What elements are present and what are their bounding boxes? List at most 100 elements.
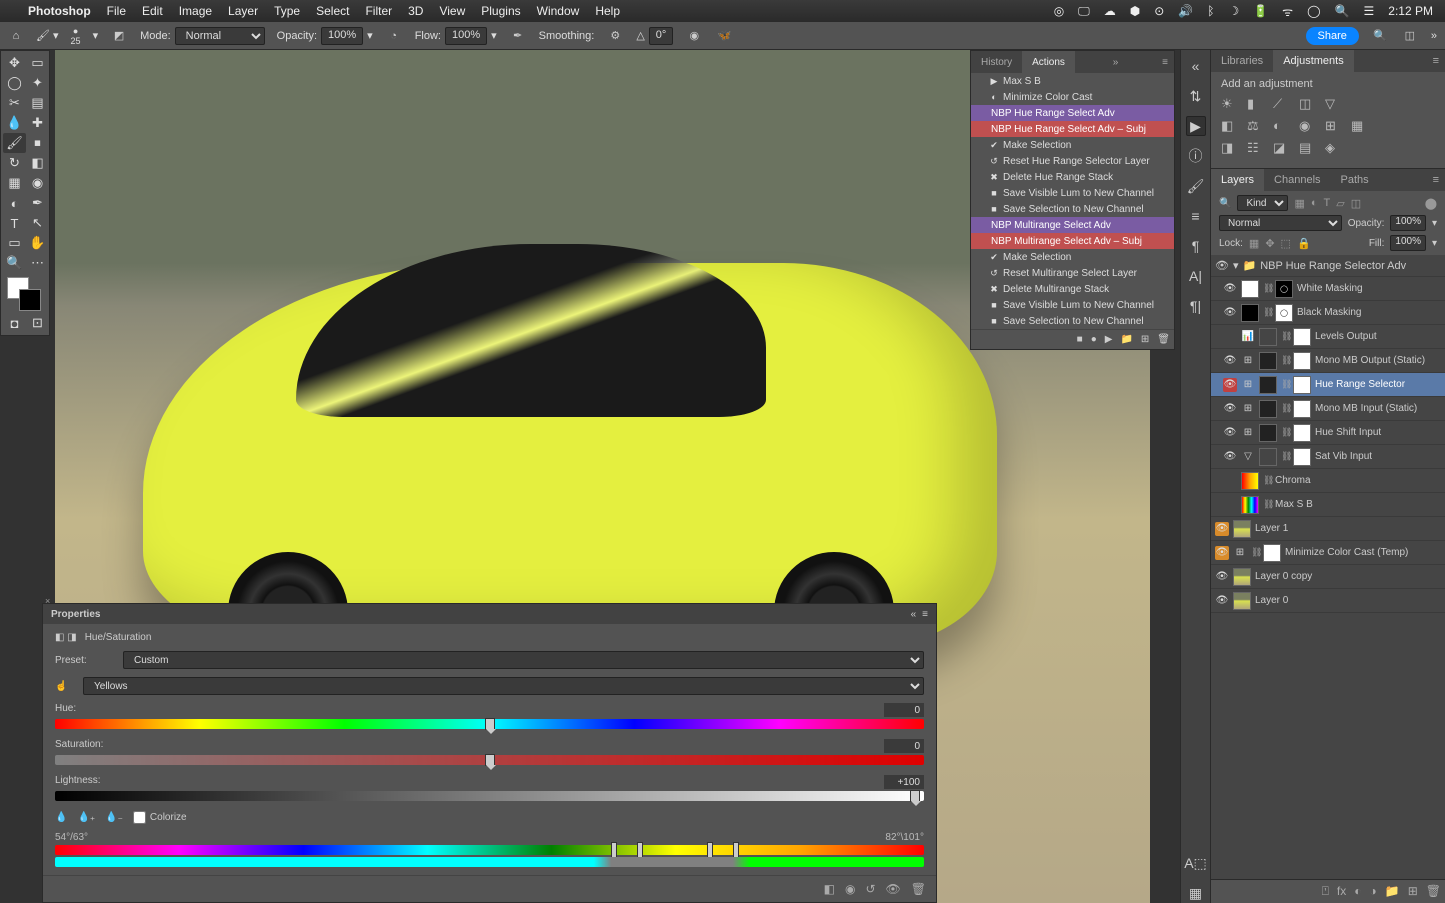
menu-3d[interactable]: 3D: [408, 4, 423, 18]
clip-to-layer-icon[interactable]: ◧: [824, 882, 835, 896]
eyedropper-icon[interactable]: 💧: [55, 812, 67, 823]
lightness-slider-track[interactable]: [55, 791, 924, 801]
layer-visibility-icon[interactable]: 👁: [1223, 426, 1237, 440]
range-marker-3[interactable]: [707, 842, 713, 858]
layer-thumbnail[interactable]: [1241, 280, 1259, 298]
layer-name[interactable]: Max S B: [1275, 499, 1441, 510]
action-item[interactable]: NBP Multirange Select Adv: [971, 217, 1174, 233]
eyedropper-tool[interactable]: 💧: [3, 113, 26, 133]
app-name[interactable]: Photoshop: [28, 4, 91, 18]
adjustments-menu-icon[interactable]: ≡: [1427, 55, 1445, 67]
new-adj-layer-icon[interactable]: ◑: [1370, 884, 1377, 899]
layer-thumbnail[interactable]: [1241, 472, 1259, 490]
curves-icon[interactable]: ⟋: [1273, 96, 1289, 112]
channel-mixer-icon[interactable]: ⊞: [1325, 118, 1341, 134]
delete-adjustment-icon[interactable]: 🗑: [911, 882, 926, 896]
layer-link-icon[interactable]: ⛓: [1263, 307, 1271, 318]
layer-name[interactable]: Chroma: [1275, 475, 1441, 486]
tab-layers[interactable]: Layers: [1211, 169, 1264, 191]
layer-thumbnail[interactable]: [1259, 448, 1277, 466]
menu-file[interactable]: File: [107, 4, 126, 18]
layer-thumbnail[interactable]: [1259, 328, 1277, 346]
status-icon-4[interactable]: ⊙: [1154, 4, 1164, 18]
symmetry-icon[interactable]: 🦋: [715, 27, 733, 45]
hue-slider-thumb[interactable]: [485, 718, 495, 730]
layer-row[interactable]: 👁Layer 1: [1211, 517, 1445, 541]
color-balance-icon[interactable]: ⚖: [1247, 118, 1263, 134]
action-item[interactable]: ✔Make Selection: [971, 137, 1174, 153]
menu-layer[interactable]: Layer: [228, 4, 258, 18]
layer-row[interactable]: 👁▽⛓Sat Vib Input: [1211, 445, 1445, 469]
filter-toggle[interactable]: ⬤: [1425, 197, 1437, 210]
filter-type-icon[interactable]: T: [1324, 197, 1331, 209]
layer-link-icon[interactable]: ⛓: [1263, 475, 1271, 486]
user-icon[interactable]: ◯: [1307, 4, 1320, 18]
strip-expand-icon[interactable]: «: [1186, 56, 1206, 76]
record-action-icon[interactable]: ●: [1091, 334, 1097, 345]
new-action-icon[interactable]: ⊞: [1141, 334, 1149, 345]
layer-link-icon[interactable]: ⛓: [1251, 547, 1259, 558]
new-group-icon[interactable]: 📁: [1385, 884, 1400, 899]
brush-panel-icon[interactable]: ◩: [110, 27, 128, 45]
filter-shape-icon[interactable]: ▱: [1336, 197, 1344, 210]
layer-row[interactable]: 👁⊞⛓Minimize Color Cast (Temp): [1211, 541, 1445, 565]
kind-select[interactable]: Kind: [1237, 195, 1288, 211]
layer-mask-thumbnail[interactable]: [1293, 400, 1311, 418]
edit-toolbar[interactable]: ⋯: [26, 253, 49, 273]
spotlight-icon[interactable]: 🔍: [1335, 4, 1350, 18]
layer-name[interactable]: Layer 0 copy: [1255, 571, 1441, 582]
layer-thumbnail[interactable]: [1259, 376, 1277, 394]
tab-paths[interactable]: Paths: [1331, 169, 1379, 191]
brightness-icon[interactable]: ☀: [1221, 96, 1237, 112]
action-item[interactable]: ■Save Selection to New Channel: [971, 313, 1174, 329]
filter-smart-icon[interactable]: ◫: [1351, 197, 1361, 210]
lock-pixels-icon[interactable]: ▦: [1249, 237, 1259, 250]
threshold-icon[interactable]: ◪: [1273, 140, 1289, 156]
photo-filter-icon[interactable]: ◉: [1299, 118, 1315, 134]
menu-view[interactable]: View: [439, 4, 465, 18]
layer-link-icon[interactable]: ⛓: [1263, 499, 1271, 510]
type-tool[interactable]: T: [3, 213, 26, 233]
airbrush-icon[interactable]: ✒: [509, 27, 527, 45]
layer-thumbnail[interactable]: [1259, 352, 1277, 370]
stamp-tool[interactable]: ⏹: [26, 133, 49, 153]
action-item[interactable]: NBP Hue Range Select Adv: [971, 105, 1174, 121]
channel-select[interactable]: Yellows: [83, 677, 924, 695]
lightness-value-input[interactable]: [884, 775, 924, 789]
volume-icon[interactable]: 🔊: [1178, 4, 1193, 18]
lock-all-icon[interactable]: 🔒: [1297, 237, 1311, 250]
quick-select-tool[interactable]: ✦: [26, 73, 49, 93]
exposure-icon[interactable]: ◫: [1299, 96, 1315, 112]
tab-actions[interactable]: Actions: [1022, 51, 1075, 73]
tab-channels[interactable]: Channels: [1264, 169, 1330, 191]
layer-thumbnail[interactable]: [1263, 544, 1281, 562]
layers-menu-icon[interactable]: ≡: [1427, 174, 1445, 186]
layer-mask-thumbnail[interactable]: [1293, 328, 1311, 346]
quick-mask-tool[interactable]: ◘: [3, 313, 26, 333]
brush-tool[interactable]: 🖌: [3, 133, 26, 153]
layer-thumbnail[interactable]: [1233, 520, 1251, 538]
bluetooth-icon[interactable]: ᛒ: [1207, 4, 1214, 18]
marquee-tool[interactable]: ▭: [26, 53, 49, 73]
layer-name[interactable]: Sat Vib Input: [1315, 451, 1441, 462]
strip-swatches-icon[interactable]: ≡: [1186, 206, 1206, 226]
strip-play-icon[interactable]: ▶: [1186, 116, 1206, 136]
layer-mask-thumbnail[interactable]: ◯: [1275, 280, 1293, 298]
layer-opacity-dropdown[interactable]: ▾: [1432, 218, 1437, 229]
action-item[interactable]: ✖Delete Multirange Stack: [971, 281, 1174, 297]
lightness-slider-thumb[interactable]: [910, 790, 920, 802]
properties-collapse-icon[interactable]: «: [911, 609, 917, 620]
layer-thumbnail[interactable]: [1259, 400, 1277, 418]
stop-action-icon[interactable]: ■: [1077, 334, 1083, 345]
flow-dropdown[interactable]: ▾: [491, 29, 497, 42]
action-item[interactable]: ✖Delete Hue Range Stack: [971, 169, 1174, 185]
previous-state-icon[interactable]: ◉: [845, 882, 855, 896]
layer-name[interactable]: Minimize Color Cast (Temp): [1285, 547, 1441, 558]
posterize-icon[interactable]: ☷: [1247, 140, 1263, 156]
status-icon-2[interactable]: 🖵: [1078, 4, 1090, 19]
layer-link-icon[interactable]: ⛓: [1281, 403, 1289, 414]
home-icon[interactable]: ⌂: [8, 28, 24, 44]
status-icon-1[interactable]: ◎: [1054, 4, 1064, 18]
fx-icon[interactable]: fx: [1337, 884, 1346, 899]
action-item[interactable]: NBP Multirange Select Adv – Subj: [971, 233, 1174, 249]
